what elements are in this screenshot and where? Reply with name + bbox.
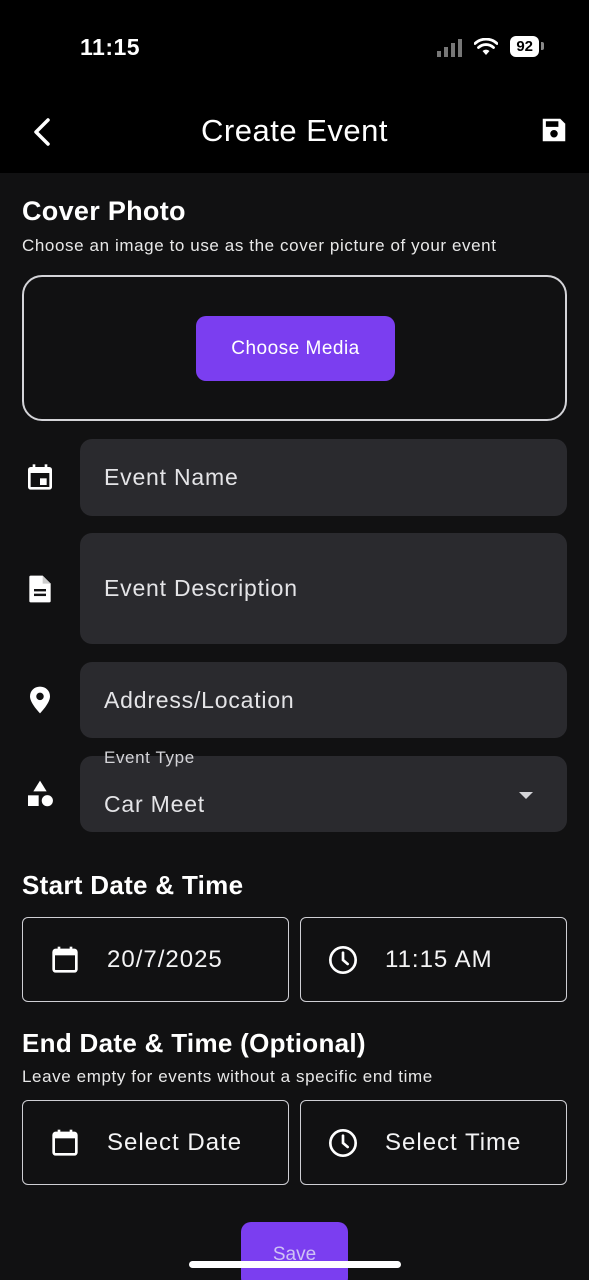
start-time-picker[interactable]: 11:15 AM <box>300 917 567 1002</box>
signal-icon <box>437 37 463 57</box>
page-title: Create Event <box>201 113 388 148</box>
start-date-value: 20/7/2025 <box>107 945 223 973</box>
document-icon <box>29 575 51 603</box>
address-field[interactable]: Address/Location <box>80 662 567 738</box>
home-indicator <box>189 1261 401 1268</box>
choose-media-button[interactable]: Choose Media <box>196 316 395 381</box>
end-date-value: Select Date <box>107 1128 243 1156</box>
clock-icon <box>329 1129 357 1157</box>
app-bar: Create Event <box>0 95 589 173</box>
end-time-value: Select Time <box>385 1128 522 1156</box>
start-datetime-title: Start Date & Time <box>22 870 244 900</box>
cover-photo-title: Cover Photo <box>22 196 186 226</box>
floppy-disk-icon <box>542 118 566 142</box>
end-date-picker[interactable]: Select Date <box>22 1100 289 1185</box>
status-bar: 11:15 92 <box>0 0 589 95</box>
status-icons: 92 <box>437 36 544 57</box>
status-time: 11:15 <box>80 34 141 60</box>
calendar-event-icon <box>28 464 52 490</box>
start-date-picker[interactable]: 20/7/2025 <box>22 917 289 1002</box>
wifi-icon <box>474 37 499 55</box>
calendar-icon <box>52 946 78 973</box>
save-button[interactable]: Save <box>241 1222 348 1280</box>
dropdown-arrow-icon <box>519 792 533 799</box>
cover-photo-subtitle: Choose an image to use as the cover pict… <box>22 236 497 255</box>
event-name-field[interactable]: Event Name <box>80 439 567 516</box>
cover-photo-dropzone: Choose Media <box>22 275 567 421</box>
calendar-icon <box>52 1129 78 1156</box>
event-type-select[interactable]: Event Type Car Meet <box>80 748 567 832</box>
battery-indicator: 92 <box>510 36 544 57</box>
event-description-field[interactable]: Event Description <box>80 533 567 644</box>
end-time-picker[interactable]: Select Time <box>300 1100 567 1185</box>
save-icon-button[interactable] <box>539 115 569 145</box>
end-datetime-subtitle: Leave empty for events without a specifi… <box>22 1067 433 1086</box>
location-pin-icon <box>30 686 50 714</box>
event-type-value: Car Meet <box>104 790 205 817</box>
shapes-icon <box>28 780 53 807</box>
event-type-label: Event Type <box>104 748 195 767</box>
end-datetime-title: End Date & Time (Optional) <box>22 1028 366 1058</box>
start-time-value: 11:15 AM <box>385 945 493 973</box>
clock-icon <box>329 946 357 974</box>
